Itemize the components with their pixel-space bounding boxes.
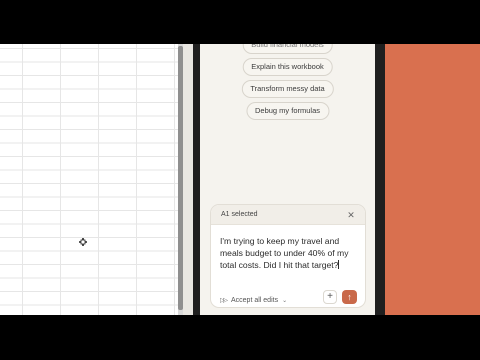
message-input[interactable]: I'm trying to keep my travel and meals b… [220,235,358,271]
assistant-panel: Build financial models Explain this work… [200,44,375,315]
accept-all-edits-button[interactable]: ▷▷ Accept all edits ⌄ [220,294,287,306]
selection-label: A1 selected [221,211,258,218]
selection-header: A1 selected ✕ [211,205,365,225]
text-caret [338,260,340,269]
suggestion-explain-workbook[interactable]: Explain this workbook [242,58,333,76]
letterbox-bottom [0,315,480,360]
chevron-down-icon: ⌄ [282,297,288,304]
letterbox-top [0,0,480,44]
fast-forward-icon: ▷▷ [220,297,228,304]
arrow-up-icon: ↑ [347,292,352,302]
suggestion-build-financial-models[interactable]: Build financial models [242,44,333,54]
panel-divider [183,44,193,315]
message-composer[interactable]: A1 selected ✕ I'm trying to keep my trav… [210,204,366,308]
device-bezel-left [193,44,200,315]
device-bezel-right [375,44,385,315]
close-icon[interactable]: ✕ [345,209,357,221]
suggestion-debug-formulas[interactable]: Debug my formulas [245,102,330,120]
spreadsheet-grid[interactable] [0,44,178,315]
accept-all-edits-label: Accept all edits [231,296,279,304]
accent-background [385,44,480,315]
suggestion-transform-data[interactable]: Transform messy data [241,80,334,98]
cell-cursor-icon [79,238,87,246]
plus-icon[interactable]: + [323,290,337,304]
send-button[interactable]: ↑ [342,290,357,304]
